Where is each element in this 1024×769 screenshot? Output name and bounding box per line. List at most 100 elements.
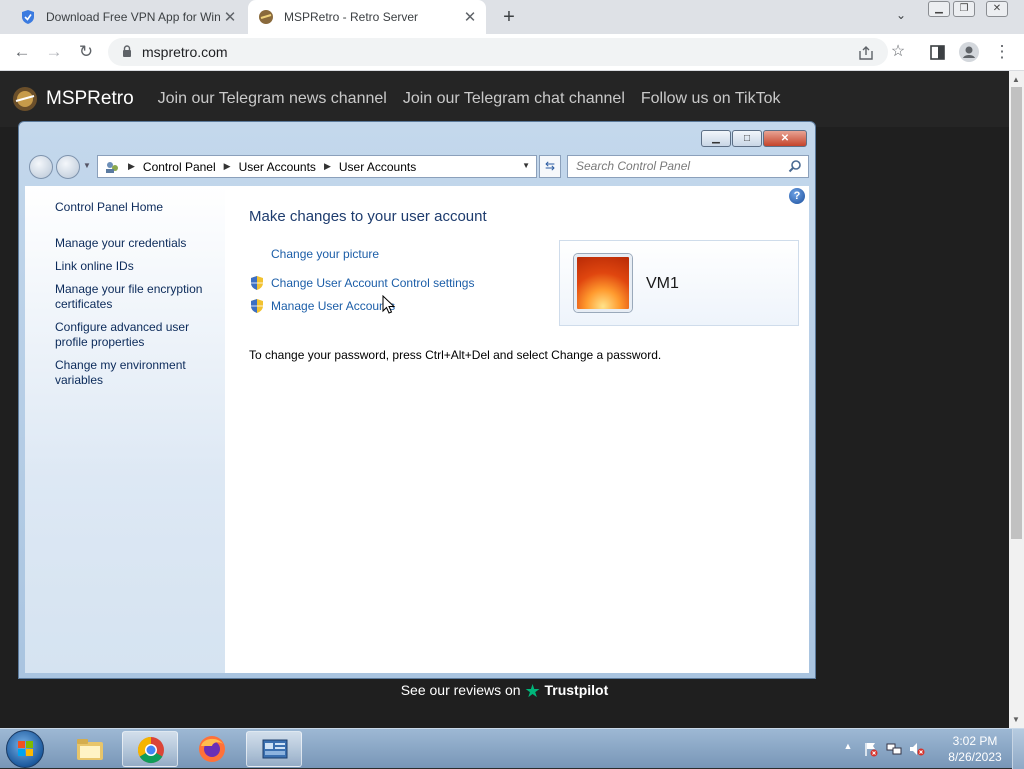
password-instructions: To change your password, press Ctrl+Alt+… [249,348,662,362]
change-picture-link[interactable]: Change your picture [271,247,379,261]
user-picture-flower[interactable] [574,254,632,312]
start-button[interactable] [6,730,44,768]
windows-taskbar: ▲ 3:02 PM 8/26/2023 [0,728,1024,769]
tab-search-icon[interactable]: ⌄ [896,8,906,22]
action-center-flag-icon[interactable] [863,741,879,757]
bookmark-star-icon[interactable]: ☆ [888,42,908,62]
trustpilot-brand: Trustpilot [544,682,609,698]
address-dropdown-icon[interactable]: ▼ [522,161,530,170]
system-tray: ▲ [840,729,932,769]
firefox-icon [199,736,225,762]
folder-icon [77,739,103,760]
breadcrumb-user-accounts-current[interactable]: User Accounts [339,160,416,174]
search-control-panel-input[interactable]: Search Control Panel [567,155,809,178]
breadcrumb-control-panel[interactable]: Control Panel [143,160,216,174]
file-encryption-link[interactable]: Manage your file encryption certificates [55,282,215,312]
taskbar-explorer-button[interactable] [62,731,118,767]
telegram-news-link[interactable]: Join our Telegram news channel [158,90,387,108]
task-pane: Control Panel Home Manage your credentia… [25,186,225,673]
advanced-profile-link[interactable]: Configure advanced user profile properti… [55,320,215,350]
show-desktop-button[interactable] [1012,729,1024,769]
taskbar-chrome-button[interactable] [122,731,178,767]
window-maximize-icon[interactable]: □ [732,130,762,147]
tab-title: Download Free VPN App for Win [46,10,220,24]
scrollbar-thumb[interactable] [1011,87,1022,539]
tab-mspretro[interactable]: MSPRetro - Retro Server ✕ [248,0,486,34]
control-panel-window: ▁ □ ✕ ▼ ▶ Control Panel ▶ User Accounts … [18,121,816,679]
trustpilot-banner[interactable]: See our reviews on ★ Trustpilot [0,681,1009,702]
tab-title: MSPRetro - Retro Server [284,10,419,24]
close-tab-icon[interactable]: ✕ [220,8,240,26]
breadcrumb-user-accounts[interactable]: User Accounts [239,160,316,174]
help-icon[interactable]: ? [789,188,805,204]
volume-muted-icon[interactable] [909,741,925,757]
environment-variables-link[interactable]: Change my environment variables [55,358,215,388]
taskbar-control-panel-button[interactable] [246,731,302,767]
window-minimize-icon[interactable]: ▁ [701,130,731,147]
explorer-forward-icon[interactable] [56,155,80,179]
side-panel-icon[interactable] [930,45,945,60]
scroll-up-icon[interactable]: ▲ [1012,75,1020,84]
site-header: MSPRetro Join our Telegram news channel … [0,71,1009,127]
telegram-chat-link[interactable]: Join our Telegram chat channel [403,90,625,108]
window-caption-buttons: ▁ □ ✕ [700,130,807,147]
lock-icon [123,45,131,57]
menu-kebab-icon[interactable]: ⋮ [992,42,1012,62]
browser-tab-strip: Download Free VPN App for Win ✕ MSPRetro… [0,0,1024,34]
profile-avatar-icon[interactable] [959,42,979,62]
explorer-address-row: ▼ ▶ Control Panel ▶ User Accounts ▶ User… [25,154,811,182]
uac-shield-icon [251,276,263,290]
manage-credentials-link[interactable]: Manage your credentials [55,236,215,251]
refresh-icon[interactable]: ⇆ [539,155,561,178]
clock-time: 3:02 PM [952,734,998,748]
breadcrumb-chevron-icon: ▶ [128,161,135,171]
close-icon[interactable]: ✕ [986,1,1008,17]
mouse-cursor-icon [382,295,396,314]
address-bar[interactable]: mspretro.com [108,38,888,66]
mspretro-logo-icon[interactable] [12,86,38,112]
vpn-shield-icon [22,10,34,24]
tiktok-link[interactable]: Follow us on TikTok [641,90,781,108]
link-online-ids-link[interactable]: Link online IDs [55,259,215,274]
explorer-back-icon[interactable] [29,155,53,179]
manage-user-accounts-link[interactable]: Manage User Accounts [271,299,395,313]
site-name[interactable]: MSPRetro [46,88,134,110]
search-icon[interactable] [788,159,802,173]
main-content-pane: ? Make changes to your user account Chan… [225,186,809,673]
mspretro-favicon-icon [259,10,273,24]
browser-toolbar: ← → ↻ mspretro.com ☆ ⋮ [0,34,1024,71]
network-icon[interactable] [886,741,902,757]
trustpilot-star-icon: ★ [524,681,541,701]
taskbar-firefox-button[interactable] [184,731,240,767]
user-name: VM1 [646,275,679,292]
uac-shield-icon [251,299,263,313]
restore-icon[interactable]: ❐ [953,1,975,17]
clock-date: 8/26/2023 [948,750,1002,764]
search-placeholder: Search Control Panel [576,159,691,173]
windows-logo-icon [18,741,33,756]
minimize-icon[interactable]: ▁ [928,1,950,17]
show-hidden-icons-arrow-icon[interactable]: ▲ [840,741,856,757]
tab-vpn-download[interactable]: Download Free VPN App for Win ✕ [10,0,246,34]
explorer-breadcrumb[interactable]: ▶ Control Panel ▶ User Accounts ▶ User A… [97,155,537,178]
page-scrollbar[interactable]: ▲ ▼ [1009,71,1024,728]
change-uac-settings-link[interactable]: Change User Account Control settings [271,276,474,290]
scroll-down-icon[interactable]: ▼ [1012,715,1020,724]
page-title: Make changes to your user account [249,208,487,225]
chrome-icon [137,736,164,764]
taskbar-clock[interactable]: 3:02 PM 8/26/2023 [940,733,1010,765]
new-tab-button[interactable]: + [498,6,520,28]
reload-icon[interactable]: ↻ [76,42,96,62]
close-tab-icon[interactable]: ✕ [460,8,480,26]
forward-arrow-icon[interactable]: → [44,42,64,62]
window-close-icon[interactable]: ✕ [763,130,807,147]
back-arrow-icon[interactable]: ← [12,42,32,62]
user-account-card: VM1 [559,240,799,326]
url-text: mspretro.com [142,44,228,60]
recent-pages-dropdown-icon[interactable]: ▼ [83,161,91,170]
control-panel-icon [106,161,118,173]
control-panel-home-link[interactable]: Control Panel Home [55,200,215,215]
trustpilot-prefix: See our reviews on [400,682,521,698]
share-icon[interactable] [858,45,874,61]
breadcrumb-chevron-icon: ▶ [223,161,231,171]
